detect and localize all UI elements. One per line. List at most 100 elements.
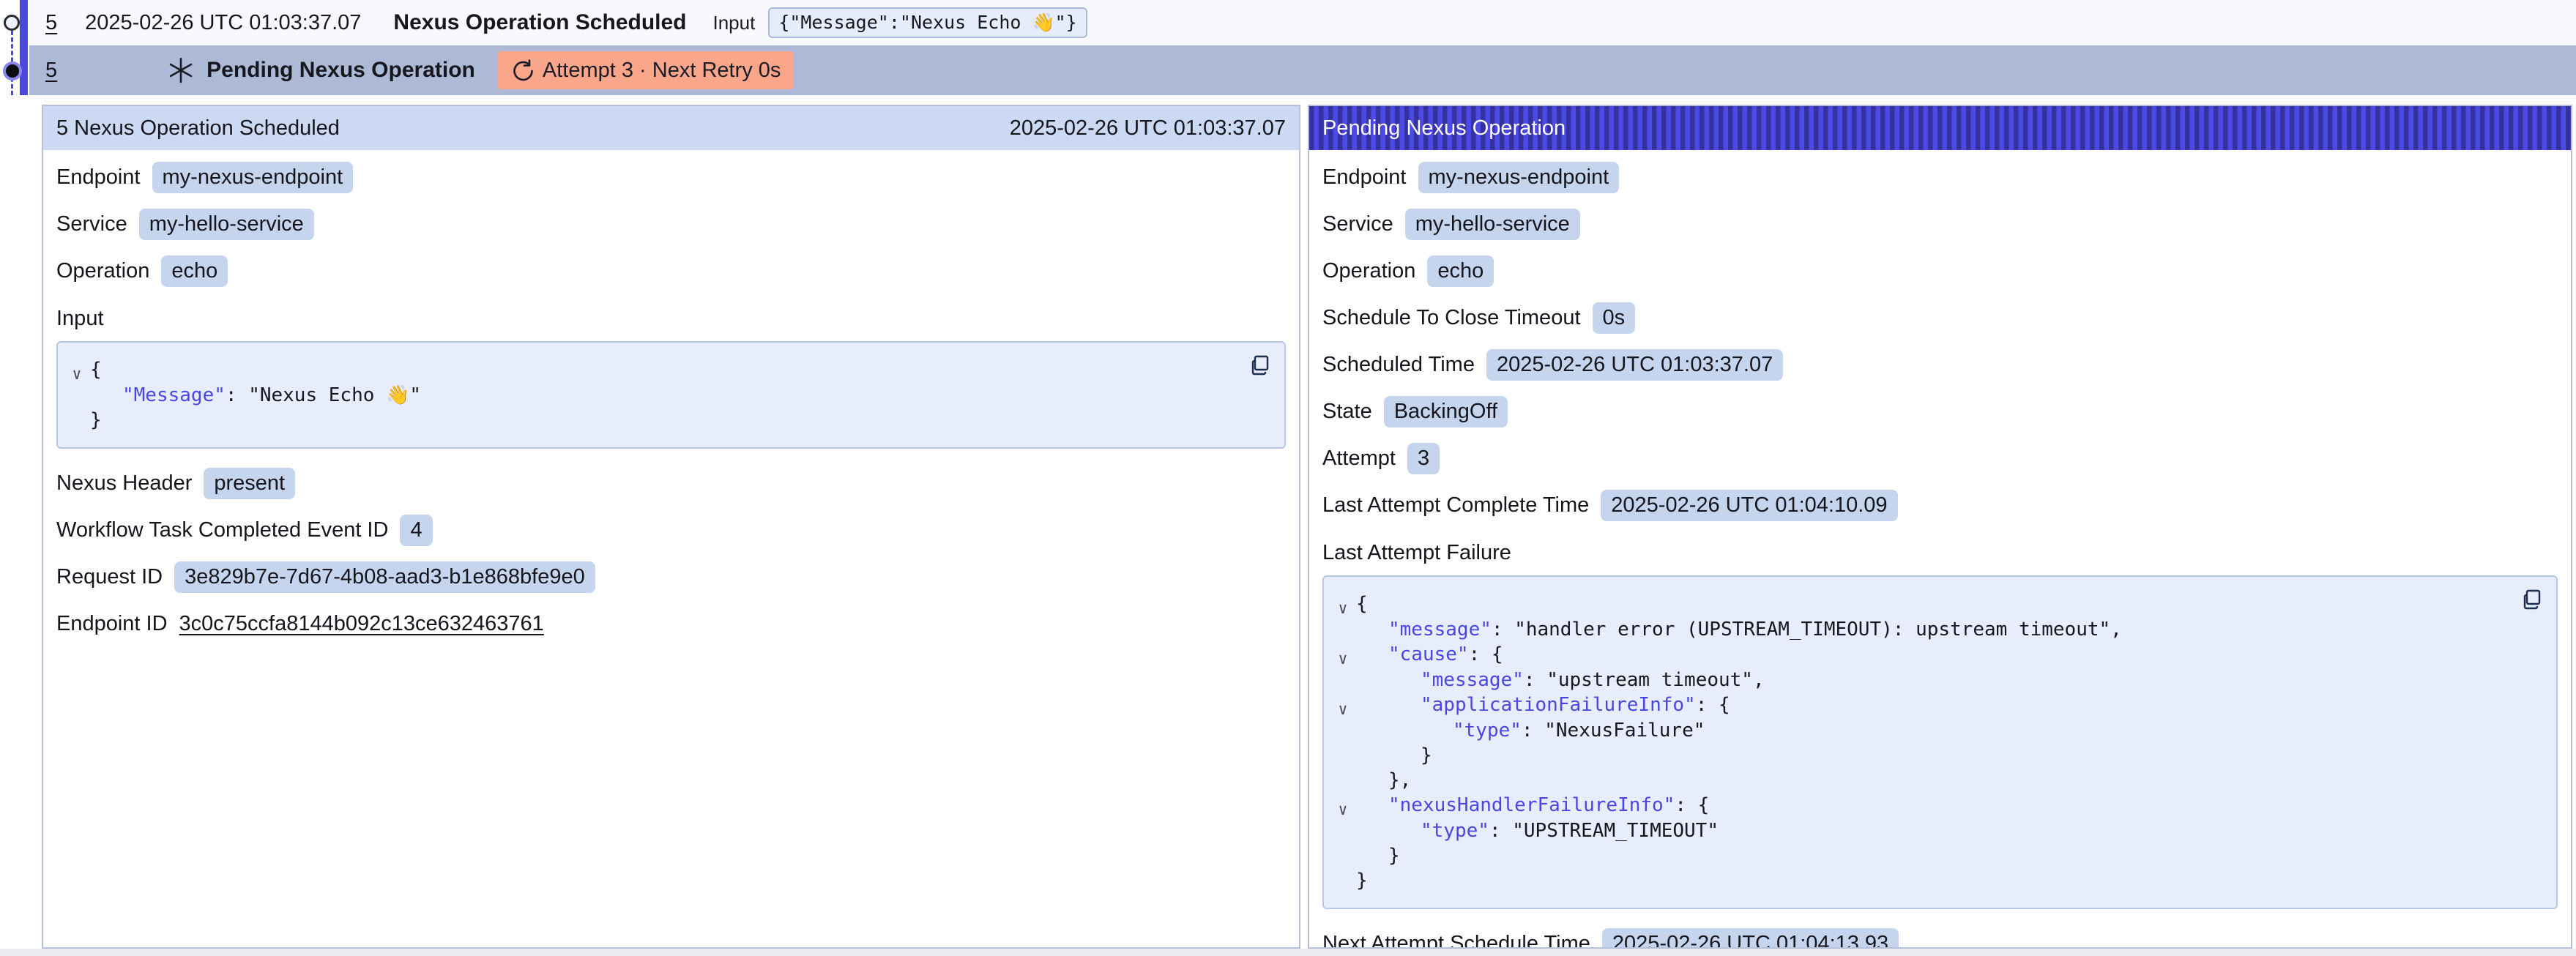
field-label: Schedule To Close Timeout (1322, 306, 1581, 330)
field-label: Service (56, 212, 127, 236)
detail-panels: 5 Nexus Operation Scheduled 2025-02-26 U… (42, 105, 2576, 949)
json-key: "nexusHandlerFailureInfo" (1388, 794, 1675, 816)
pending-operation-row[interactable]: 5 Pending Nexus Operation Attempt 3 · Ne… (29, 45, 2576, 95)
field-nexus-header: Nexus Header present (56, 466, 1286, 500)
field-label: Request ID (56, 565, 163, 589)
json-punct: } (1421, 744, 1432, 766)
json-line: "Message": "Nexus Echo 👋" (64, 383, 1233, 408)
json-punct: }, (1388, 769, 1411, 791)
pending-panel-title: Pending Nexus Operation (1322, 116, 1566, 141)
field-value-badge: my-nexus-endpoint (1418, 162, 1620, 193)
event-rows: 5 2025-02-26 UTC 01:03:37.07 Nexus Opera… (29, 0, 2576, 95)
json-key: "cause" (1388, 643, 1469, 665)
json-punct: { (90, 359, 102, 381)
attempt-retry-badge: Attempt 3 · Next Retry 0s (497, 51, 794, 89)
field-label: State (1322, 400, 1372, 424)
field-value-badge: 0s (1593, 302, 1636, 334)
bottom-scrollbar-track[interactable] (0, 949, 2576, 956)
failure-section-label: Last Attempt Failure (1322, 541, 2558, 565)
field-endpoint: Endpoint my-nexus-endpoint (56, 160, 1286, 194)
failure-json-block: ∨ { "message": "handler error (UPSTREAM_… (1322, 575, 2558, 909)
field-label: Endpoint (56, 165, 141, 190)
json-key: "Message" (122, 384, 226, 406)
field-endpoint-id: Endpoint ID 3c0c75ccfa8144b092c13ce63246… (56, 607, 1286, 641)
json-key: "message" (1388, 619, 1492, 641)
scheduled-panel-header: 5 Nexus Operation Scheduled 2025-02-26 U… (43, 106, 1299, 150)
collapse-chevron-icon[interactable]: ∨ (1339, 701, 1348, 718)
json-value: : { (1675, 794, 1709, 816)
json-line: ∨ "applicationFailureInfo": { (1330, 692, 2505, 718)
field-service: Service my-hello-service (1322, 207, 2558, 241)
field-operation: Operation echo (1322, 254, 2558, 288)
collapse-chevron-icon[interactable]: ∨ (1339, 600, 1348, 617)
field-value-badge: 4 (400, 515, 432, 546)
field-label: Endpoint ID (56, 612, 168, 636)
field-value-badge: 3 (1407, 443, 1440, 474)
field-label: Last Attempt Complete Time (1322, 493, 1589, 518)
json-line: } (1330, 743, 2505, 768)
json-line: ∨ "nexusHandlerFailureInfo": { (1330, 793, 2505, 818)
timeline-node-open-icon (4, 15, 20, 31)
pending-panel-body: Endpoint my-nexus-endpoint Service my-he… (1309, 150, 2571, 949)
retry-icon (510, 59, 534, 82)
field-value-badge: my-nexus-endpoint (152, 162, 354, 193)
json-punct: } (1388, 845, 1400, 867)
scheduled-panel-timestamp: 2025-02-26 UTC 01:03:37.07 (1010, 116, 1286, 141)
field-value-badge: my-hello-service (139, 209, 314, 240)
copy-button[interactable] (1248, 353, 1273, 378)
json-line: "type": "NexusFailure" (1330, 718, 2505, 743)
input-section-label: Input (56, 307, 1286, 331)
field-workflow-task-completed-event-id: Workflow Task Completed Event ID 4 (56, 513, 1286, 547)
event-title: Nexus Operation Scheduled (393, 10, 686, 35)
json-line: ∨ { (64, 357, 1233, 383)
endpoint-id-link[interactable]: 3c0c75ccfa8144b092c13ce632463761 (179, 612, 544, 636)
pending-operation-panel: Pending Nexus Operation Endpoint my-nexu… (1308, 105, 2572, 949)
attempt-badge-text: Attempt 3 · Next Retry 0s (543, 59, 781, 83)
scheduled-panel-body: Endpoint my-nexus-endpoint Service my-he… (43, 150, 1299, 664)
copy-icon (2520, 587, 2545, 612)
event-timestamp: 2025-02-26 UTC 01:03:37.07 (85, 11, 361, 35)
event-row-scheduled[interactable]: 5 2025-02-26 UTC 01:03:37.07 Nexus Opera… (29, 0, 2576, 45)
copy-icon (1248, 353, 1273, 378)
json-value: : "NexusFailure" (1522, 720, 1705, 742)
field-label: Attempt (1322, 447, 1396, 471)
json-value: : "UPSTREAM_TIMEOUT" (1489, 820, 1719, 842)
timeline-accent-bar (20, 0, 28, 95)
collapse-chevron-icon[interactable]: ∨ (1339, 801, 1348, 818)
json-line: } (64, 408, 1233, 433)
json-value: : "upstream timeout", (1524, 669, 1765, 691)
json-line: }, (1330, 768, 2505, 793)
json-punct: } (90, 409, 102, 431)
field-operation: Operation echo (56, 254, 1286, 288)
json-line: } (1330, 843, 2505, 868)
json-key: "type" (1421, 820, 1489, 842)
event-input-preview-chip: {"Message":"Nexus Echo 👋"} (768, 7, 1087, 38)
json-line: "message": "upstream timeout", (1330, 668, 2505, 692)
field-value-badge: 2025-02-26 UTC 01:04:13.93 (1602, 928, 1899, 949)
field-label: Operation (56, 259, 149, 283)
field-last-attempt-complete-time: Last Attempt Complete Time 2025-02-26 UT… (1322, 488, 2558, 522)
json-key: "message" (1421, 669, 1524, 691)
json-punct: { (1356, 593, 1368, 615)
collapse-chevron-icon[interactable]: ∨ (72, 365, 82, 383)
field-schedule-to-close-timeout: Schedule To Close Timeout 0s (1322, 301, 2558, 335)
json-key: "type" (1453, 720, 1522, 742)
event-id-link[interactable]: 5 (45, 11, 57, 35)
field-label: Operation (1322, 259, 1415, 283)
pending-id-link[interactable]: 5 (45, 59, 57, 83)
field-request-id: Request ID 3e829b7e-7d67-4b08-aad3-b1e86… (56, 560, 1286, 594)
field-value-badge: present (204, 468, 295, 499)
json-line: } (1330, 868, 2505, 893)
timeline-dashed-line (11, 31, 13, 95)
copy-button[interactable] (2520, 587, 2545, 612)
json-value: : "handler error (UPSTREAM_TIMEOUT): ups… (1492, 619, 2122, 641)
field-value-badge: 2025-02-26 UTC 01:03:37.07 (1486, 349, 1783, 381)
json-line: "type": "UPSTREAM_TIMEOUT" (1330, 818, 2505, 843)
json-value: : "Nexus Echo 👋" (226, 384, 421, 406)
timeline-node-selected-icon (6, 64, 19, 78)
field-service: Service my-hello-service (56, 207, 1286, 241)
field-label: Scheduled Time (1322, 353, 1475, 377)
field-value-badge: echo (161, 255, 228, 287)
collapse-chevron-icon[interactable]: ∨ (1339, 650, 1348, 668)
state-badge: BackingOff (1384, 396, 1508, 427)
